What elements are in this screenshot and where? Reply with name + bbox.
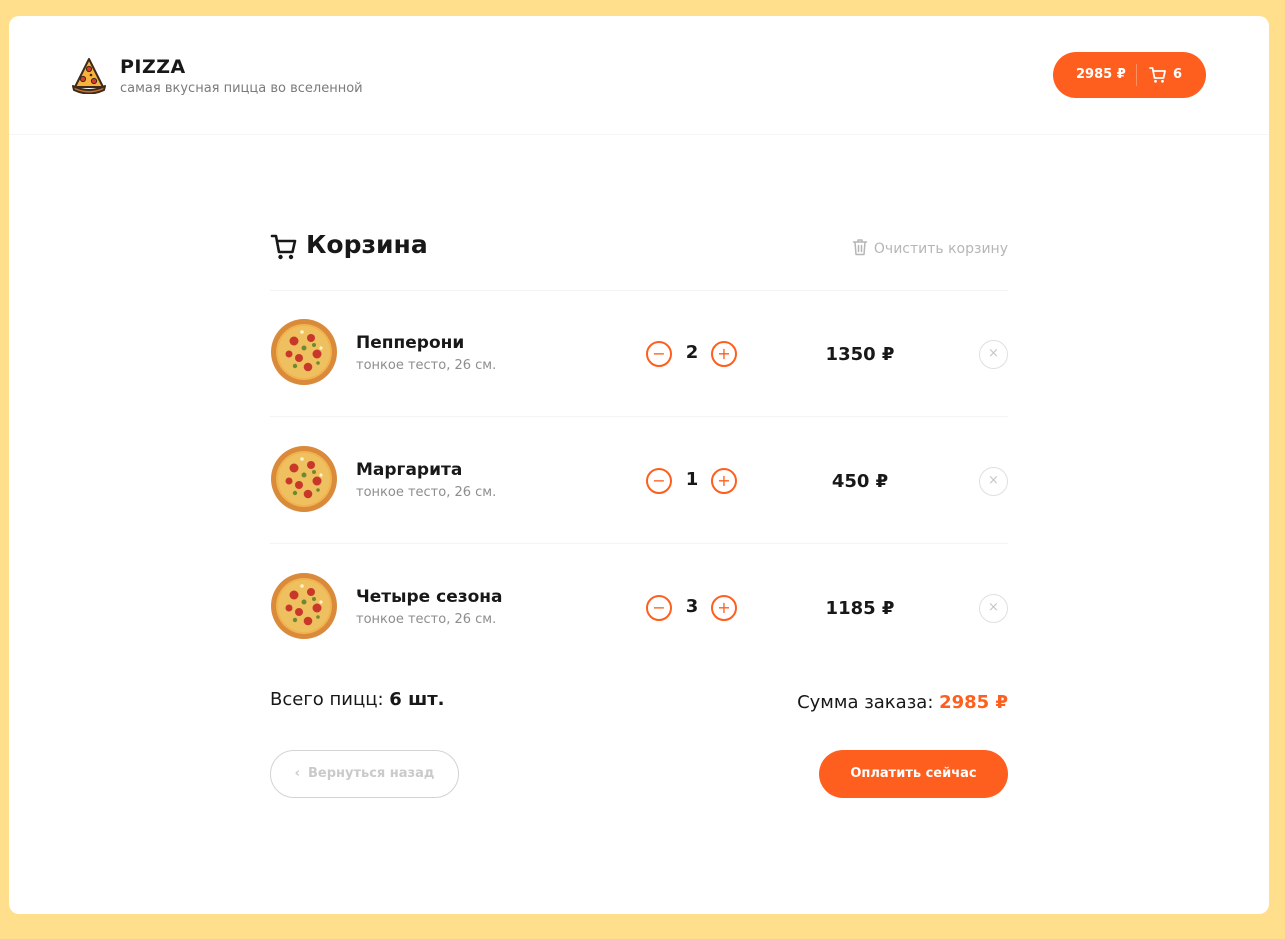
order-summary: Всего пицц: 6 шт. Сумма заказа: 2985 ₽ bbox=[270, 686, 1008, 726]
item-description: тонкое тесто, 26 см. bbox=[356, 612, 497, 627]
item-name: Маргарита bbox=[356, 460, 463, 480]
item-name: Четыре сезона bbox=[356, 587, 503, 607]
trash-icon bbox=[852, 239, 868, 256]
increase-quantity-button[interactable]: + bbox=[711, 595, 737, 621]
item-description: тонкое тесто, 26 см. bbox=[356, 485, 497, 500]
app-card: PIZZA самая вкусная пицца во вселенной 2… bbox=[9, 16, 1269, 914]
clear-cart-label: Очистить корзину bbox=[873, 241, 1008, 257]
cart-button-divider bbox=[1136, 64, 1137, 86]
decrease-quantity-button[interactable]: − bbox=[646, 468, 672, 494]
item-quantity: 3 bbox=[685, 596, 699, 617]
order-sum-label: Сумма заказа: bbox=[797, 692, 940, 713]
total-count-value: 6 шт. bbox=[389, 689, 445, 710]
total-count-label: Всего пицц: bbox=[270, 689, 390, 710]
cart-icon bbox=[270, 234, 297, 260]
back-button[interactable]: ‹ Вернуться назад bbox=[270, 750, 459, 798]
clear-cart-button[interactable]: Очистить корзину bbox=[852, 238, 1008, 257]
pizza-image bbox=[271, 446, 337, 512]
increase-quantity-button[interactable]: + bbox=[711, 468, 737, 494]
cart-icon bbox=[1149, 67, 1166, 83]
item-quantity: 2 bbox=[685, 342, 699, 363]
cart-count: 6 bbox=[1173, 67, 1183, 82]
remove-item-button[interactable]: × bbox=[979, 340, 1008, 369]
pizza-image bbox=[271, 573, 337, 639]
item-price: 450 ₽ bbox=[831, 471, 889, 492]
item-price: 1185 ₽ bbox=[825, 598, 895, 619]
item-description: тонкое тесто, 26 см. bbox=[356, 358, 497, 373]
order-sum-value: 2985 ₽ bbox=[939, 692, 1008, 713]
remove-item-button[interactable]: × bbox=[979, 594, 1008, 623]
cart-item: Четыре сезона тонкое тесто, 26 см. − 3 +… bbox=[270, 544, 1008, 670]
page-title: Корзина bbox=[306, 230, 428, 259]
cart-item: Маргарита тонкое тесто, 26 см. − 1 + 450… bbox=[270, 417, 1008, 544]
pizza-image bbox=[271, 319, 337, 385]
pay-now-button[interactable]: Оплатить сейчас bbox=[819, 750, 1008, 798]
total-count: Всего пицц: 6 шт. bbox=[270, 689, 444, 710]
increase-quantity-button[interactable]: + bbox=[711, 341, 737, 367]
cart-item: Пепперони тонкое тесто, 26 см. − 2 + 135… bbox=[270, 290, 1008, 417]
decrease-quantity-button[interactable]: − bbox=[646, 341, 672, 367]
pizza-slice-icon[interactable] bbox=[71, 54, 107, 94]
decrease-quantity-button[interactable]: − bbox=[646, 595, 672, 621]
header: PIZZA самая вкусная пицца во вселенной 2… bbox=[9, 16, 1269, 135]
header-cart-button[interactable]: 2985 ₽ 6 bbox=[1053, 52, 1206, 98]
item-name: Пепперони bbox=[356, 333, 465, 353]
remove-item-button[interactable]: × bbox=[979, 467, 1008, 496]
chevron-left-icon: ‹ bbox=[294, 766, 300, 781]
item-price: 1350 ₽ bbox=[825, 344, 895, 365]
brand-title: PIZZA bbox=[120, 56, 186, 78]
brand-subtitle: самая вкусная пицца во вселенной bbox=[120, 81, 363, 96]
back-button-label: Вернуться назад bbox=[307, 766, 435, 781]
item-quantity: 1 bbox=[685, 469, 699, 490]
cart-header: Корзина Очистить корзину bbox=[270, 230, 1008, 291]
cart-total: 2985 ₽ bbox=[1076, 67, 1126, 82]
order-sum: Сумма заказа: 2985 ₽ bbox=[797, 692, 1008, 713]
